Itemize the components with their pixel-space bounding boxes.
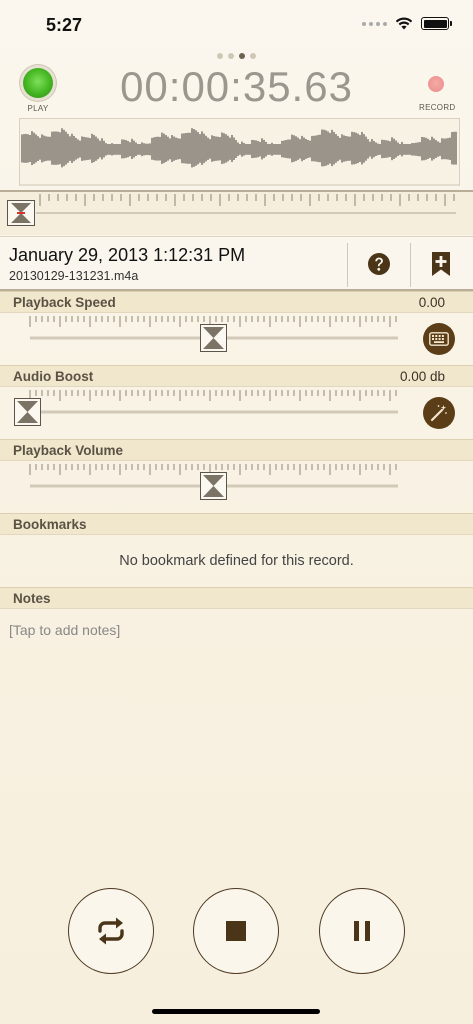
repeat-icon bbox=[98, 917, 124, 945]
slider-ruler bbox=[29, 390, 398, 414]
audio-boost-value: 0.00 db bbox=[399, 369, 445, 384]
page-indicator[interactable] bbox=[0, 53, 473, 59]
magic-button[interactable] bbox=[423, 397, 455, 429]
stop-button[interactable] bbox=[193, 888, 279, 974]
divider bbox=[347, 243, 348, 287]
notes-field[interactable]: [Tap to add notes] bbox=[9, 622, 120, 638]
stop-icon bbox=[226, 921, 246, 941]
playback-speed-slider[interactable] bbox=[0, 313, 473, 365]
section-title: Playback Speed bbox=[13, 295, 116, 310]
section-header-notes: Notes bbox=[0, 587, 473, 609]
signal-icon bbox=[362, 21, 387, 26]
keyboard-icon bbox=[429, 332, 449, 346]
repeat-button[interactable] bbox=[68, 888, 154, 974]
section-header-playback-volume: Playback Volume bbox=[0, 439, 473, 461]
audio-boost-slider[interactable] bbox=[0, 387, 473, 439]
home-indicator bbox=[152, 1009, 320, 1014]
pause-icon bbox=[354, 921, 370, 941]
page-dot bbox=[250, 53, 256, 59]
question-circle-icon bbox=[368, 253, 390, 275]
section-header-bookmarks: Bookmarks bbox=[0, 513, 473, 535]
playback-speed-value: 0.00 bbox=[418, 295, 445, 310]
bookmarks-empty-message: No bookmark defined for this record. bbox=[119, 553, 354, 569]
divider bbox=[410, 243, 411, 287]
page-dot bbox=[217, 53, 223, 59]
elapsed-timer: 00:00:35.63 bbox=[120, 63, 353, 110]
page-dot bbox=[239, 53, 245, 59]
section-title: Bookmarks bbox=[13, 517, 87, 532]
record-label: RECORD bbox=[419, 103, 456, 112]
slider-ruler bbox=[29, 464, 398, 488]
slider-ruler bbox=[29, 316, 398, 340]
slider-thumb[interactable] bbox=[199, 472, 227, 500]
add-bookmark-button[interactable] bbox=[427, 250, 455, 278]
section-title: Notes bbox=[13, 591, 51, 606]
waveform-graphic bbox=[20, 128, 459, 186]
section-header-audio-boost: Audio Boost 0.00 db bbox=[0, 365, 473, 387]
waveform-overview[interactable] bbox=[19, 118, 460, 186]
bookmark-plus-icon bbox=[432, 252, 450, 276]
section-header-playback-speed: Playback Speed 0.00 bbox=[0, 291, 473, 313]
timeline-ruler bbox=[36, 194, 456, 214]
help-button[interactable] bbox=[365, 250, 393, 278]
record-filename: 20130129-131231.m4a bbox=[9, 269, 139, 283]
battery-icon bbox=[421, 17, 452, 30]
pause-button[interactable] bbox=[319, 888, 405, 974]
keyboard-button[interactable] bbox=[423, 323, 455, 355]
record-button[interactable]: RECORD bbox=[419, 76, 456, 112]
playback-volume-slider[interactable] bbox=[0, 461, 473, 513]
timeline-scrubber[interactable] bbox=[0, 190, 473, 235]
slider-thumb[interactable] bbox=[14, 398, 41, 426]
page-dot bbox=[228, 53, 234, 59]
status-bar: 5:27 bbox=[0, 0, 473, 50]
wifi-icon bbox=[395, 17, 413, 30]
status-time: 5:27 bbox=[46, 15, 83, 35]
section-title: Playback Volume bbox=[13, 443, 124, 458]
status-icons bbox=[362, 17, 452, 30]
slider-thumb[interactable] bbox=[199, 324, 227, 352]
record-led-icon bbox=[428, 76, 444, 92]
magic-wand-icon bbox=[430, 405, 447, 422]
record-date: January 29, 2013 1:12:31 PM bbox=[9, 245, 246, 265]
section-title: Audio Boost bbox=[13, 369, 94, 384]
timeline-handle[interactable] bbox=[7, 200, 35, 226]
record-info: January 29, 2013 1:12:31 PM 20130129-131… bbox=[0, 236, 473, 291]
